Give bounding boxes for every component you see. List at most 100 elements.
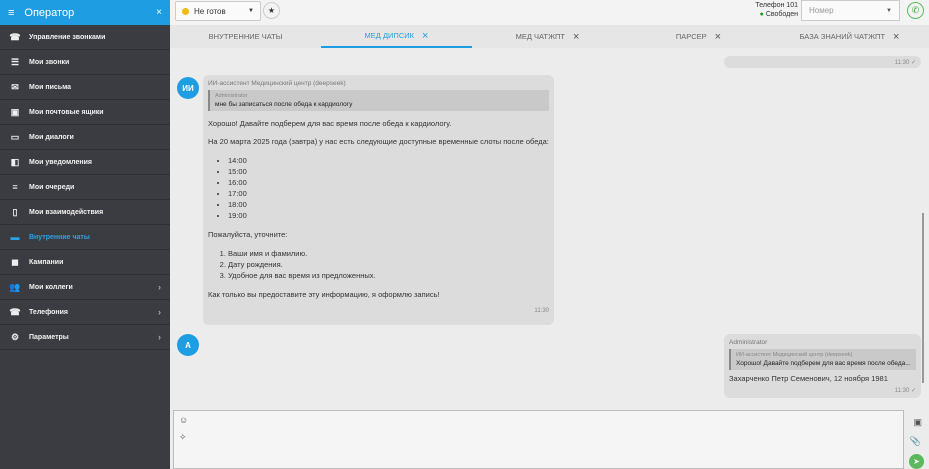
time-slot: 14:00 xyxy=(228,155,549,166)
tab-med-chatgpt[interactable]: МЕД ЧАТЖПТ × xyxy=(472,25,623,48)
close-icon[interactable]: × xyxy=(573,31,579,43)
time-slot: 16:00 xyxy=(228,177,549,188)
sidebar-title: Оператор xyxy=(24,6,75,19)
chevron-down-icon: ▼ xyxy=(886,7,892,14)
status-select[interactable]: Не готов ▼ xyxy=(175,1,261,21)
message-time: 11:30 xyxy=(894,388,910,394)
tab-label: ВНУТРЕННИЕ ЧАТЫ xyxy=(208,32,283,41)
message-text: Как только вы предоставите эту информаци… xyxy=(208,290,440,299)
chevron-right-icon: › xyxy=(158,307,161,317)
tab-knowledge-base[interactable]: БАЗА ЗНАНИЙ ЧАТЖПТ × xyxy=(774,25,925,48)
quote-text: Хорошо! Давайте подберем для вас время п… xyxy=(736,360,911,367)
close-icon[interactable]: × xyxy=(156,7,162,18)
image-icon[interactable]: ▣ xyxy=(913,417,922,428)
send-button[interactable]: ➤ xyxy=(909,454,924,469)
sidebar-item-icon: ◧ xyxy=(10,156,20,167)
sidebar-item[interactable]: ▣ Мои почтовые ящики xyxy=(0,100,170,125)
slot-list: 14:0015:0016:0017:0018:0019:00 xyxy=(228,155,549,221)
scrollbar[interactable] xyxy=(922,213,924,383)
tab-label: МЕД ЧАТЖПТ xyxy=(515,32,565,41)
message-input[interactable]: ☺ ✧ xyxy=(173,410,904,469)
star-icon: ★ xyxy=(267,6,276,15)
message-bubble-ai: ИИ-ассистент Медицинский центр (deepseek… xyxy=(203,75,554,325)
sidebar-item-icon: ▣ xyxy=(10,106,20,117)
sidebar-item-label: Мои звонки xyxy=(29,58,70,66)
sidebar-item-label: Управление звонками xyxy=(29,33,106,41)
chevron-right-icon: › xyxy=(158,332,161,342)
message-time: 11:30 xyxy=(894,60,910,66)
phone-status-label: Свободен xyxy=(765,11,798,18)
ai-sparkle-icon[interactable]: ✧ xyxy=(179,432,187,443)
sidebar-item[interactable]: ☎ Телефония › xyxy=(0,300,170,325)
sidebar-item-label: Телефония xyxy=(29,308,68,316)
favorites-button[interactable]: ★ xyxy=(263,2,280,19)
attach-icon[interactable]: 📎 xyxy=(910,436,921,447)
time-slot: 18:00 xyxy=(228,199,549,210)
quote-text: мне бы записаться после обеда к кардиоло… xyxy=(215,101,353,108)
avatar: ИИ xyxy=(177,77,199,99)
sidebar-item[interactable]: ≡ Мои очереди xyxy=(0,175,170,200)
sidebar-header: ≡ Оператор × xyxy=(0,0,170,25)
sidebar-item-icon: ▬ xyxy=(10,232,20,242)
close-icon[interactable]: × xyxy=(893,31,899,43)
sidebar-item-label: Мои взаимодействия xyxy=(29,208,104,216)
sidebar-item-icon: ⚙ xyxy=(10,331,20,342)
sidebar-item[interactable]: ◧ Мои уведомления xyxy=(0,150,170,175)
status-dot-icon: ● xyxy=(759,11,764,18)
emoji-icon[interactable]: ☺ xyxy=(179,415,188,425)
message-bubble-user: Administrator ИИ-ассистент Медицинский ц… xyxy=(724,334,921,398)
message-sender: ИИ-ассистент Медицинский центр (deepseek… xyxy=(208,80,346,87)
sidebar-item[interactable]: ▯ Мои взаимодействия xyxy=(0,200,170,225)
sidebar-item-label: Мои уведомления xyxy=(29,158,93,166)
request-list: Ваши имя и фамилию.Дату рождения.Удобное… xyxy=(228,248,549,281)
sidebar-item-label: Мои письма xyxy=(29,83,72,91)
sidebar-item-label: Параметры xyxy=(29,333,69,341)
time-slot: 17:00 xyxy=(228,188,549,199)
menu-icon[interactable]: ≡ xyxy=(8,7,14,19)
tab-label: БАЗА ЗНАНИЙ ЧАТЖПТ xyxy=(799,32,886,41)
check-icon: ✓ xyxy=(910,388,916,394)
time-slot: 19:00 xyxy=(228,210,549,221)
message-sender: Administrator xyxy=(729,339,768,346)
quoted-message: ИИ-ассистент Медицинский центр (deepseek… xyxy=(729,349,916,370)
request-item: Ваши имя и фамилию. xyxy=(228,248,549,259)
sidebar-item-icon: ☎ xyxy=(9,306,21,317)
sidebar-item-icon: ☎ xyxy=(9,31,21,42)
tab-med-deepseek[interactable]: МЕД ДИПСИК × xyxy=(321,25,472,48)
number-input[interactable]: Номер ▼ xyxy=(801,0,900,21)
status-label: Не готов xyxy=(194,6,226,16)
quote-author: ИИ-ассистент Медицинский центр (deepseek… xyxy=(736,352,853,358)
request-item: Удобное для вас время из предложенных. xyxy=(228,270,549,281)
phone-status: Телефон 101 ● Свободен xyxy=(755,1,798,19)
send-icon: ➤ xyxy=(913,457,920,466)
sidebar-item[interactable]: ▭ Мои диалоги xyxy=(0,125,170,150)
top-bar: Не готов ▼ ★ Телефон 101 ● Свободен Номер ▼… xyxy=(170,0,929,25)
sidebar-item-icon: ▯ xyxy=(12,206,18,217)
sidebar-item[interactable]: ☰ Мои звонки xyxy=(0,50,170,75)
sidebar-item-icon: ▭ xyxy=(10,131,20,142)
phone-icon: ✆ xyxy=(911,5,920,15)
sidebar-item-label: Мои очереди xyxy=(29,183,75,191)
tab-parser[interactable]: ПАРСЕР × xyxy=(623,25,774,48)
tab-label: ПАРСЕР xyxy=(675,32,707,41)
sidebar: ≡ Оператор × ☎ Управление звонками ☰ Мои зв… xyxy=(0,0,170,469)
sidebar-item-icon: ≡ xyxy=(12,182,18,192)
avatar: А xyxy=(177,334,199,356)
phone-label: Телефон 101 xyxy=(755,2,798,9)
sidebar-item-label: Мои коллеги xyxy=(29,283,73,291)
request-item: Дату рождения. xyxy=(228,259,549,270)
message-time: 11:30 xyxy=(534,308,549,314)
close-icon[interactable]: × xyxy=(715,31,721,43)
sidebar-item-label: Внутренние чаты xyxy=(29,233,90,241)
close-icon[interactable]: × xyxy=(422,30,428,42)
chat-tabs: ВНУТРЕННИЕ ЧАТЫ МЕД ДИПСИК × МЕД ЧАТЖПТ × … xyxy=(170,25,929,48)
sidebar-item[interactable]: 👥 Мои коллеги › xyxy=(0,275,170,300)
sidebar-item[interactable]: ⚙ Параметры › xyxy=(0,325,170,350)
tab-internal-chats[interactable]: ВНУТРЕННИЕ ЧАТЫ xyxy=(170,25,321,48)
sidebar-item[interactable]: ✉ Мои письма xyxy=(0,75,170,100)
sidebar-item[interactable]: ▬ Внутренние чаты xyxy=(0,225,170,250)
sidebar-item[interactable]: ◼ Кампании xyxy=(0,250,170,275)
sidebar-item[interactable]: ☎ Управление звонками xyxy=(0,25,170,50)
sidebar-item-label: Мои почтовые ящики xyxy=(29,108,104,116)
call-button[interactable]: ✆ xyxy=(907,2,924,19)
